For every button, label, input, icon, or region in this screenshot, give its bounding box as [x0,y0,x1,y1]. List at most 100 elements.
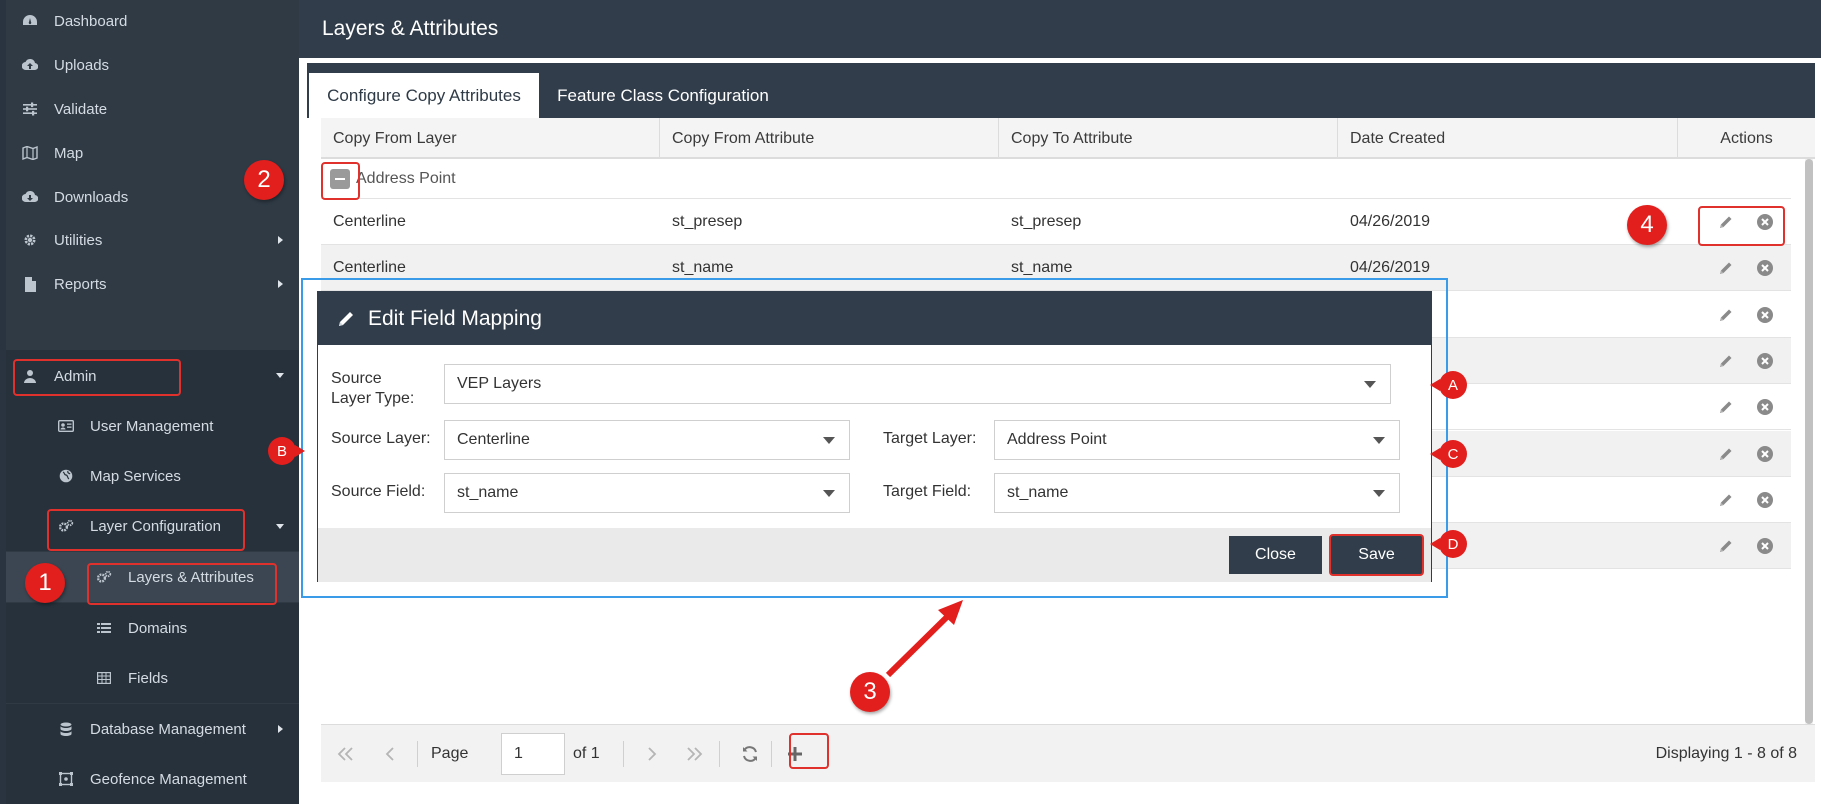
edit-row-icon[interactable] [1716,351,1736,371]
refresh-icon[interactable] [739,743,761,765]
callout-1: 1 [25,563,65,603]
highlight-save [1329,534,1424,576]
source-layer-type-select[interactable]: VEP Layers [444,364,1391,404]
target-layer-value: Address Point [1007,431,1107,448]
previous-page-icon[interactable] [379,743,401,765]
cell-date-created: 04/26/2019 [1350,213,1431,230]
delete-row-icon[interactable] [1755,444,1775,464]
pin-d: D [1430,530,1467,558]
target-field-label: Target Field: [883,483,972,500]
page-label: Page [431,745,469,762]
sidebar-item-utilities[interactable]: Utilities [6,215,299,265]
pin-a: A [1430,371,1467,399]
delete-row-icon[interactable] [1755,490,1775,510]
next-page-icon[interactable] [641,743,663,765]
pencil-icon [336,309,356,329]
table-header: Copy From Layer Copy From Attribute Copy… [321,118,1815,159]
map-icon [22,145,38,161]
delete-row-icon[interactable] [1755,351,1775,371]
pager-divider [719,741,720,767]
scrollbar-thumb[interactable] [1805,159,1813,724]
close-button[interactable]: Close [1229,536,1322,574]
sidebar-item-label: Reports [54,275,107,293]
sidebar: Dashboard Uploads Validate Map Downloads… [6,0,299,804]
sidebar-item-label: Map [54,144,84,162]
column-header-copy-from-layer[interactable]: Copy From Layer [321,118,660,159]
cell-copy-to-attribute: st_presep [1011,213,1082,230]
delete-row-icon[interactable] [1755,397,1775,417]
source-layer-type-value: VEP Layers [457,375,542,392]
highlight-group-toggle [321,162,360,200]
table-row[interactable]: Centerline st_presep st_presep 04/26/2019 [321,199,1791,245]
edit-field-mapping-dialog: Edit Field Mapping Source Layer Type: VE… [317,291,1432,582]
highlight-row-actions [1698,206,1785,246]
tab-feature-class-configuration[interactable]: Feature Class Configuration [553,73,773,118]
sidebar-item-user-management[interactable]: User Management [6,401,299,451]
sidebar-item-label: Database Management [90,720,246,738]
source-layer-type-label: Source Layer Type: [331,370,415,407]
sidebar-item-label: Utilities [54,231,103,249]
sidebar-item-label: Geofence Management [90,770,247,788]
dialog-footer: Close Save [318,528,1431,582]
pager-divider [771,741,772,767]
sidebar-item-fields[interactable]: Fields [6,653,299,703]
source-field-select[interactable]: st_name [444,473,850,513]
globe-icon [58,468,74,484]
target-layer-select[interactable]: Address Point [994,420,1400,460]
cell-copy-from-attribute: st_presep [672,213,743,230]
chevron-down-icon [1373,490,1385,498]
sidebar-item-label: Uploads [54,56,110,74]
first-page-icon[interactable] [335,743,357,765]
sidebar-item-uploads[interactable]: Uploads [6,40,299,90]
target-field-select[interactable]: st_name [994,473,1400,513]
sidebar-item-label: Fields [128,669,169,687]
database-icon [58,721,74,737]
table-icon [96,670,112,686]
sidebar-item-database-management[interactable]: Database Management [6,704,299,754]
page-number-input[interactable] [501,733,565,775]
caret-right-icon [275,279,285,289]
pin-b: B [268,437,305,465]
column-header-date-created[interactable]: Date Created [1338,118,1678,159]
pager-divider [417,741,418,767]
edit-row-icon[interactable] [1716,444,1736,464]
tab-configure-copy-attributes[interactable]: Configure Copy Attributes [309,73,539,118]
cell-copy-from-layer: Centerline [333,213,406,230]
caret-down-icon [275,370,285,380]
vertical-scrollbar[interactable] [1805,159,1813,724]
id-card-icon [58,418,74,434]
sidebar-item-label: Dashboard [54,12,128,30]
callout-4: 4 [1627,205,1667,245]
edit-row-icon[interactable] [1716,258,1736,278]
gear-icon [22,232,38,248]
highlight-admin [13,359,181,396]
cloud-upload-icon [22,57,38,73]
callout-arrow [885,600,963,678]
target-layer-label: Target Layer: [883,430,977,447]
sidebar-item-map-services[interactable]: Map Services [6,451,299,501]
caret-down-icon [275,521,285,531]
edit-row-icon[interactable] [1716,490,1736,510]
display-count: Displaying 1 - 8 of 8 [1655,745,1797,762]
chevron-down-icon [1373,437,1385,445]
delete-row-icon[interactable] [1755,536,1775,556]
dashboard-icon [22,13,38,29]
sidebar-item-validate[interactable]: Validate [6,84,299,134]
caret-right-icon [275,724,285,734]
delete-row-icon[interactable] [1755,258,1775,278]
edit-row-icon[interactable] [1716,397,1736,417]
column-header-copy-to-attribute[interactable]: Copy To Attribute [999,118,1338,159]
pagination-toolbar: Page of 1 Displaying 1 - 8 of 8 [321,724,1815,782]
edit-row-icon[interactable] [1716,305,1736,325]
column-header-copy-from-attribute[interactable]: Copy From Attribute [660,118,999,159]
sidebar-item-domains[interactable]: Domains [6,603,299,653]
last-page-icon[interactable] [683,743,705,765]
source-layer-select[interactable]: Centerline [444,420,850,460]
pin-c: C [1430,440,1467,468]
edit-row-icon[interactable] [1716,536,1736,556]
delete-row-icon[interactable] [1755,305,1775,325]
caret-right-icon [275,235,285,245]
sidebar-item-reports[interactable]: Reports [6,259,299,309]
sidebar-item-geofence-management[interactable]: Geofence Management [6,754,299,804]
chevron-down-icon [823,437,835,445]
